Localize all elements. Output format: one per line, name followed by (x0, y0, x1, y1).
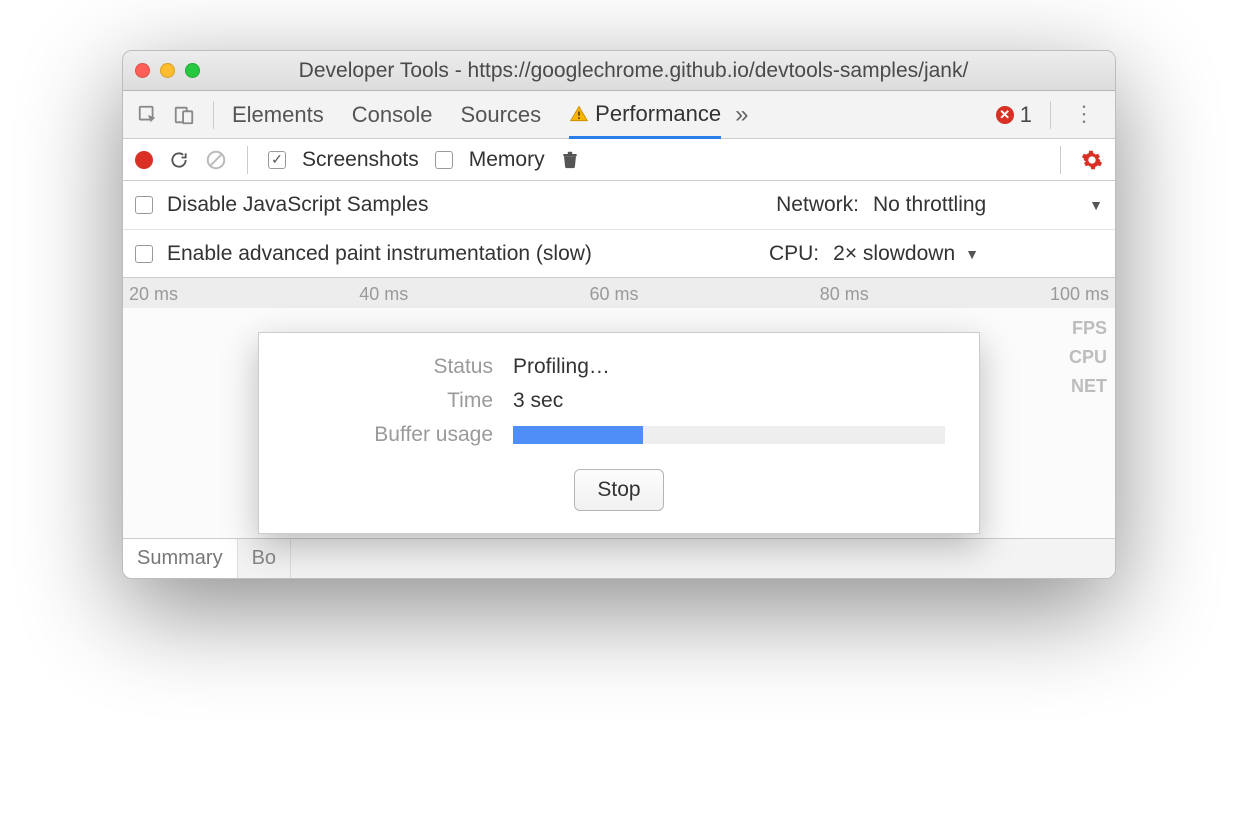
chevron-down-icon: ▼ (1089, 197, 1103, 213)
tab-elements[interactable]: Elements (232, 91, 324, 138)
separator (1060, 146, 1061, 174)
network-label: Network: (776, 193, 859, 217)
separator (1050, 101, 1051, 129)
close-window-button[interactable] (135, 63, 150, 78)
status-value: Profiling… (513, 355, 945, 379)
capture-settings: Disable JavaScript Samples Network: No t… (123, 181, 1115, 278)
separator (247, 146, 248, 174)
device-toolbar-icon[interactable] (173, 104, 195, 126)
clear-icon[interactable] (205, 149, 227, 171)
memory-checkbox[interactable] (435, 151, 453, 169)
time-label: Time (293, 389, 493, 413)
time-ruler: 20 ms 40 ms 60 ms 80 ms 100 ms (123, 278, 1115, 305)
memory-label: Memory (469, 148, 545, 172)
trash-icon[interactable] (561, 150, 579, 170)
buffer-usage-bar (513, 426, 945, 444)
titlebar: Developer Tools - https://googlechrome.g… (123, 51, 1115, 91)
error-icon: ✕ (996, 106, 1014, 124)
error-count-badge[interactable]: ✕ 1 (996, 102, 1032, 128)
profiling-dialog: Status Profiling… Time 3 sec Buffer usag… (258, 332, 980, 534)
timeline-area: 20 ms 40 ms 60 ms 80 ms 100 ms FPS CPU N… (123, 278, 1115, 578)
main-tab-bar: Elements Console Sources Performance » ✕… (123, 91, 1115, 139)
tab-performance[interactable]: Performance (569, 91, 721, 139)
performance-toolbar: Screenshots Memory (123, 139, 1115, 181)
tab-sources[interactable]: Sources (460, 91, 541, 138)
options-menu-icon[interactable]: ⋮ (1069, 111, 1101, 118)
devtools-window: Developer Tools - https://googlechrome.g… (122, 50, 1116, 579)
status-label: Status (293, 355, 493, 379)
network-throttling-select[interactable]: No throttling ▼ (873, 193, 1103, 217)
screenshots-checkbox[interactable] (268, 151, 286, 169)
details-tab-bar: Summary Bo (123, 538, 1115, 578)
tab-console[interactable]: Console (352, 91, 433, 138)
disable-js-samples-label: Disable JavaScript Samples (167, 193, 428, 217)
reload-icon[interactable] (169, 150, 189, 170)
record-button[interactable] (135, 151, 153, 169)
tab-summary[interactable]: Summary (123, 539, 238, 578)
inspect-element-icon[interactable] (137, 104, 159, 126)
cpu-label: CPU: (769, 242, 819, 266)
separator (213, 101, 214, 129)
warning-icon (569, 104, 589, 124)
time-value: 3 sec (513, 389, 945, 413)
buffer-usage-label: Buffer usage (293, 423, 493, 447)
cpu-throttling-select[interactable]: 2× slowdown ▼ (833, 242, 979, 266)
track-labels: FPS CPU NET (1069, 314, 1107, 401)
settings-gear-icon[interactable] (1081, 149, 1103, 171)
disable-js-samples-checkbox[interactable] (135, 196, 153, 214)
stop-button[interactable]: Stop (574, 469, 663, 511)
enable-paint-instrumentation-label: Enable advanced paint instrumentation (s… (167, 242, 592, 266)
chevron-down-icon: ▼ (965, 246, 979, 262)
screenshots-label: Screenshots (302, 148, 419, 172)
enable-paint-instrumentation-checkbox[interactable] (135, 245, 153, 263)
window-title: Developer Tools - https://googlechrome.g… (164, 59, 1103, 83)
tab-bottom-up[interactable]: Bo (238, 539, 291, 578)
more-tabs-icon[interactable]: » (735, 101, 748, 129)
